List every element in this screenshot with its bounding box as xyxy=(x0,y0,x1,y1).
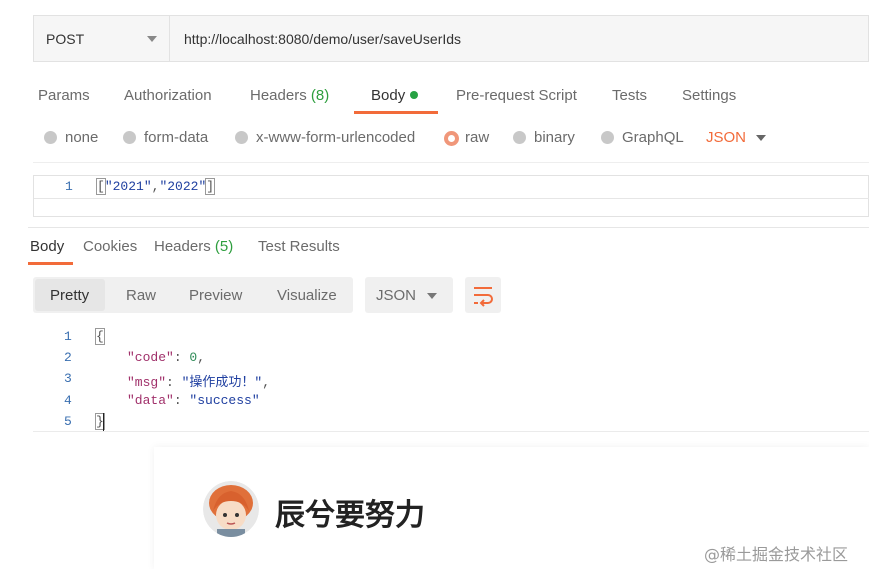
tab-authorization[interactable]: Authorization xyxy=(124,87,212,104)
tab-params[interactable]: Params xyxy=(38,87,90,104)
view-pretty-button[interactable]: Pretty xyxy=(50,287,89,304)
radio-circle-icon xyxy=(513,131,526,144)
radio-form-data-label: form-data xyxy=(144,129,209,146)
code-line: "msg": "操作成功！", xyxy=(127,375,271,390)
headers-count: (8) xyxy=(310,87,330,104)
request-body-code: ["2021","2022"] xyxy=(96,178,216,195)
response-tab-headers-label: Headers xyxy=(154,238,211,255)
code-line: "code": 0, xyxy=(127,350,206,365)
json-key: "data" xyxy=(127,393,174,408)
divider xyxy=(33,162,869,163)
json-value: "success" xyxy=(189,393,260,408)
view-raw-button[interactable]: Raw xyxy=(126,287,156,304)
line-number: 4 xyxy=(64,393,72,408)
radio-raw-label: raw xyxy=(465,129,490,146)
radio-none-label: none xyxy=(65,129,99,146)
radio-binary-label: binary xyxy=(534,129,575,146)
value-2021: "2021" xyxy=(104,179,152,194)
radio-circle-icon xyxy=(601,131,614,144)
json-key: "msg" xyxy=(127,375,167,390)
author-name: 辰兮要努力 xyxy=(275,498,425,533)
value-2022: "2022" xyxy=(159,179,207,194)
radio-circle-icon xyxy=(235,131,248,144)
method-label: POST xyxy=(46,31,85,47)
response-format-label: JSON xyxy=(376,287,417,304)
body-status-dot-icon xyxy=(410,91,419,99)
view-visualize-button[interactable]: Visualize xyxy=(277,287,337,304)
open-bracket: [ xyxy=(96,178,106,195)
response-format-select[interactable]: JSON xyxy=(365,277,453,313)
chevron-down-icon xyxy=(427,293,437,299)
tab-body-label: Body xyxy=(371,87,406,104)
json-key: "code" xyxy=(127,350,174,365)
line-number: 5 xyxy=(64,414,72,429)
response-tab-test-results[interactable]: Test Results xyxy=(258,238,340,255)
radio-circle-icon xyxy=(123,131,136,144)
divider xyxy=(28,227,869,228)
tab-headers-label: Headers xyxy=(250,87,307,104)
tab-headers[interactable]: Headers (8) xyxy=(250,87,329,104)
wrap-lines-icon xyxy=(474,287,493,307)
chevron-down-icon xyxy=(147,36,157,42)
open-brace: { xyxy=(95,328,105,345)
body-format-select[interactable]: JSON xyxy=(706,129,746,146)
tab-tests[interactable]: Tests xyxy=(612,87,647,104)
view-preview-button[interactable]: Preview xyxy=(189,287,242,304)
request-body-editor[interactable]: 1 ["2021","2022"] xyxy=(33,175,869,217)
tab-settings[interactable]: Settings xyxy=(682,87,736,104)
line-number: 1 xyxy=(64,329,72,344)
json-value: 0 xyxy=(189,350,198,365)
line-number: 2 xyxy=(64,350,72,365)
code-line: "data": "success" xyxy=(127,393,260,408)
divider xyxy=(33,431,869,432)
chevron-down-icon[interactable] xyxy=(756,135,766,141)
json-value: "操作成功！" xyxy=(181,375,263,390)
response-tab-cookies[interactable]: Cookies xyxy=(83,238,137,255)
avatar-icon xyxy=(203,481,259,537)
method-select[interactable]: POST xyxy=(34,16,170,61)
tab-body[interactable]: Body xyxy=(371,87,419,104)
close-bracket: ] xyxy=(205,178,216,195)
response-tab-headers[interactable]: Headers (5) xyxy=(154,238,233,255)
radio-selected-icon xyxy=(444,131,459,146)
active-tab-indicator xyxy=(28,262,73,265)
request-bar: POST http://localhost:8080/demo/user/sav… xyxy=(33,15,869,62)
radio-graphql-label: GraphQL xyxy=(622,129,684,146)
response-headers-count: (5) xyxy=(214,238,234,255)
line-number: 1 xyxy=(65,179,73,194)
avatar xyxy=(203,481,259,537)
text-cursor xyxy=(103,413,104,432)
radio-circle-icon xyxy=(44,131,57,144)
radio-urlencoded-label: x-www-form-urlencoded xyxy=(256,129,416,146)
response-tab-body[interactable]: Body xyxy=(30,238,64,255)
url-input[interactable]: http://localhost:8080/demo/user/saveUser… xyxy=(184,31,461,47)
site-credit: @稀土掘金技术社区 xyxy=(704,545,849,564)
wrap-lines-button[interactable] xyxy=(465,277,501,313)
view-mode-group: Pretty Raw Preview Visualize xyxy=(33,277,353,313)
tab-prerequest-script[interactable]: Pre-request Script xyxy=(456,87,577,104)
active-tab-indicator xyxy=(354,111,438,114)
line-number: 3 xyxy=(64,371,72,386)
